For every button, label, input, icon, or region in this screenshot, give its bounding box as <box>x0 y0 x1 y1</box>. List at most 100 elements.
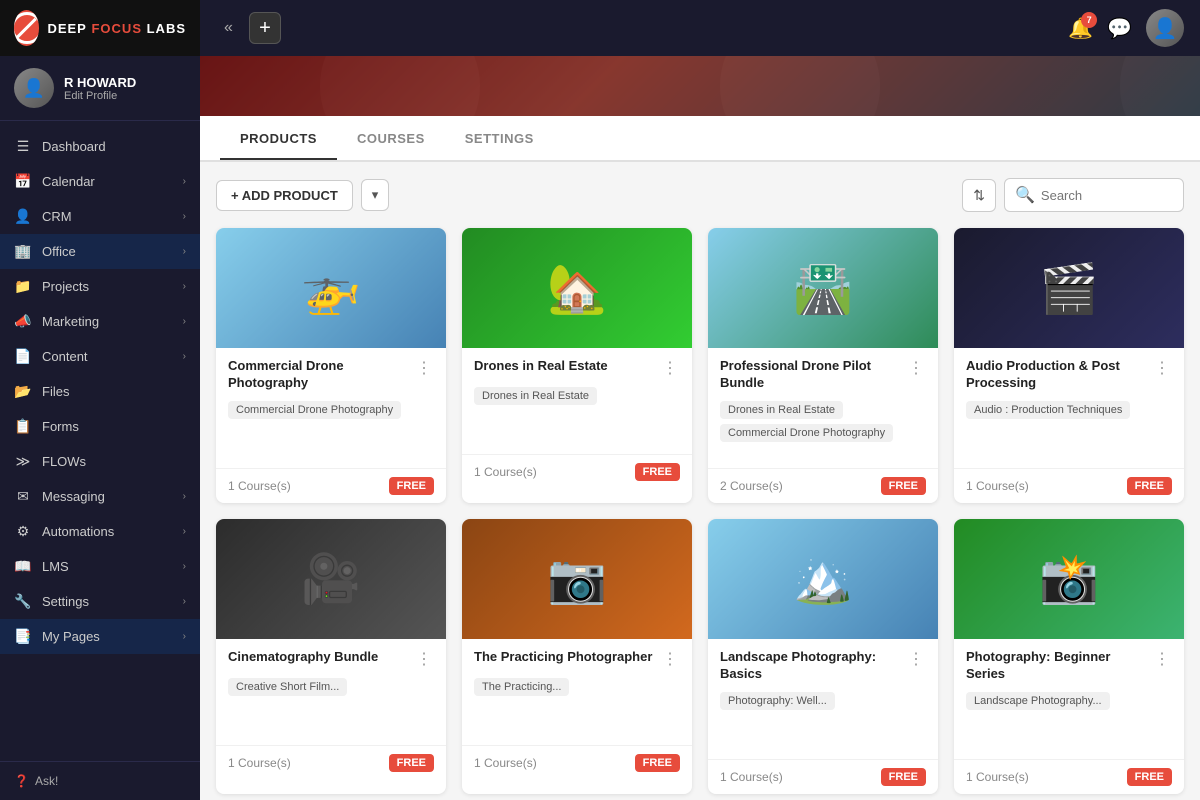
message-icon: 💬 <box>1107 18 1132 40</box>
sidebar-item-office[interactable]: 🏢 Office › <box>0 234 200 269</box>
free-badge: FREE <box>389 477 434 495</box>
product-menu-button[interactable]: ⋮ <box>906 358 926 378</box>
nav-item-left: 📂 Files <box>14 383 69 400</box>
sidebar-item-calendar[interactable]: 📅 Calendar › <box>0 164 200 199</box>
profile-avatar[interactable]: 👤 <box>1146 9 1184 47</box>
product-title: The Practicing Photographer <box>474 649 660 666</box>
notifications-button[interactable]: 🔔 7 <box>1068 16 1093 41</box>
search-icon: 🔍 <box>1015 185 1035 205</box>
avatar: 👤 <box>14 68 54 108</box>
nav-item-left: 📋 Forms <box>14 418 79 435</box>
chevron-icon: › <box>183 631 186 642</box>
nav-label-flows: FLOWs <box>42 454 86 469</box>
topbar-right: 🔔 7 💬 👤 <box>1068 9 1184 47</box>
nav-label-mypages: My Pages <box>42 629 100 644</box>
sidebar-item-crm[interactable]: 👤 CRM › <box>0 199 200 234</box>
ask-button[interactable]: ❓ Ask! <box>14 774 186 788</box>
product-footer: 1 Course(s) FREE <box>462 745 692 780</box>
product-tags: Photography: Well... <box>720 691 926 741</box>
sidebar-item-files[interactable]: 📂 Files <box>0 374 200 409</box>
product-image-professional-drone: 🛣️ <box>708 228 938 348</box>
product-menu-button[interactable]: ⋮ <box>1152 649 1172 669</box>
crm-icon: 👤 <box>14 208 32 225</box>
product-menu-button[interactable]: ⋮ <box>414 358 434 378</box>
collapse-sidebar-button[interactable]: « <box>216 15 241 41</box>
product-menu-button[interactable]: ⋮ <box>660 649 680 669</box>
tab-settings[interactable]: SETTINGS <box>445 119 554 160</box>
filter-button[interactable]: ⇅ <box>962 179 996 212</box>
nav-item-left: ⚙ Automations <box>14 523 114 540</box>
product-tags: Creative Short Film... <box>228 677 434 727</box>
chevron-icon: › <box>183 596 186 607</box>
course-count: 1 Course(s) <box>228 479 291 493</box>
dropdown-button[interactable]: ▾ <box>361 179 390 211</box>
product-title: Audio Production & Post Processing <box>966 358 1152 392</box>
sidebar-header: DEEP FOCUS LABS <box>0 0 200 56</box>
edit-profile-link[interactable]: Edit Profile <box>64 90 136 102</box>
automations-icon: ⚙ <box>14 523 32 540</box>
nav-item-left: ≫ FLOWs <box>14 453 86 470</box>
product-menu-button[interactable]: ⋮ <box>660 358 680 378</box>
nav-items: ☰ Dashboard 📅 Calendar › 👤 CRM › 🏢 Offic… <box>0 121 200 761</box>
sidebar-item-flows[interactable]: ≫ FLOWs <box>0 444 200 479</box>
product-menu-button[interactable]: ⋮ <box>1152 358 1172 378</box>
sidebar-item-projects[interactable]: 📁 Projects › <box>0 269 200 304</box>
add-button[interactable]: + <box>249 12 281 44</box>
chevron-icon: › <box>183 176 186 187</box>
free-badge: FREE <box>635 463 680 481</box>
nav-label-settings: Settings <box>42 594 89 609</box>
product-footer: 1 Course(s) FREE <box>954 759 1184 794</box>
sidebar-item-dashboard[interactable]: ☰ Dashboard <box>0 129 200 164</box>
toolbar-row: + ADD PRODUCT ▾ ⇅ 🔍 <box>216 178 1184 212</box>
forms-icon: 📋 <box>14 418 32 435</box>
product-menu-button[interactable]: ⋮ <box>906 649 926 669</box>
product-body: Photography: Beginner Series ⋮ Landscape… <box>954 639 1184 751</box>
search-input[interactable] <box>1041 188 1173 203</box>
main-content: « + 🔔 7 💬 👤 PRODUCTSCOURSESSETTINGS <box>200 0 1200 800</box>
free-badge: FREE <box>1127 477 1172 495</box>
messages-button[interactable]: 💬 <box>1107 16 1132 41</box>
product-title: Professional Drone Pilot Bundle <box>720 358 906 392</box>
product-header: Audio Production & Post Processing ⋮ <box>966 358 1172 392</box>
product-footer: 2 Course(s) FREE <box>708 468 938 503</box>
product-footer: 1 Course(s) FREE <box>462 454 692 489</box>
product-tags: The Practicing... <box>474 677 680 727</box>
chevron-icon: › <box>183 211 186 222</box>
sidebar-item-settings[interactable]: 🔧 Settings › <box>0 584 200 619</box>
product-image-landscape-basics: 🏔️ <box>708 519 938 639</box>
product-body: Cinematography Bundle ⋮ Creative Short F… <box>216 639 446 737</box>
nav-label-lms: LMS <box>42 559 69 574</box>
sidebar-item-lms[interactable]: 📖 LMS › <box>0 549 200 584</box>
course-count: 2 Course(s) <box>720 479 783 493</box>
sidebar-item-messaging[interactable]: ✉ Messaging › <box>0 479 200 514</box>
product-header: Cinematography Bundle ⋮ <box>228 649 434 669</box>
sidebar-item-forms[interactable]: 📋 Forms <box>0 409 200 444</box>
tab-products[interactable]: PRODUCTS <box>220 119 337 160</box>
product-tags: Drones in Real EstateCommercial Drone Ph… <box>720 400 926 450</box>
nav-label-projects: Projects <box>42 279 89 294</box>
course-count: 1 Course(s) <box>966 479 1029 493</box>
add-product-button[interactable]: + ADD PRODUCT <box>216 180 353 211</box>
sidebar-item-mypages[interactable]: 📑 My Pages › <box>0 619 200 654</box>
product-card-cinematography: 🎥 Cinematography Bundle ⋮ Creative Short… <box>216 519 446 794</box>
product-menu-button[interactable]: ⋮ <box>414 649 434 669</box>
nav-item-left: 🔧 Settings <box>14 593 89 610</box>
sidebar-item-automations[interactable]: ⚙ Automations › <box>0 514 200 549</box>
toolbar-left: + ADD PRODUCT ▾ <box>216 179 389 211</box>
nav-item-left: 📅 Calendar <box>14 173 95 190</box>
tab-courses[interactable]: COURSES <box>337 119 445 160</box>
sidebar-item-content[interactable]: 📄 Content › <box>0 339 200 374</box>
product-body: Drones in Real Estate ⋮ Drones in Real E… <box>462 348 692 446</box>
messaging-icon: ✉ <box>14 488 32 505</box>
nav-label-marketing: Marketing <box>42 314 99 329</box>
topbar-left: « + <box>216 12 281 44</box>
product-image-photography-beginner: 📸 <box>954 519 1184 639</box>
product-card-landscape-basics: 🏔️ Landscape Photography: Basics ⋮ Photo… <box>708 519 938 794</box>
tag-pill: Drones in Real Estate <box>720 401 843 419</box>
product-card-commercial-drone: 🚁 Commercial Drone Photography ⋮ Commerc… <box>216 228 446 503</box>
sidebar-item-marketing[interactable]: 📣 Marketing › <box>0 304 200 339</box>
product-body: The Practicing Photographer ⋮ The Practi… <box>462 639 692 737</box>
tag-pill: Photography: Well... <box>720 692 835 710</box>
product-title: Photography: Beginner Series <box>966 649 1152 683</box>
product-body: Audio Production & Post Processing ⋮ Aud… <box>954 348 1184 460</box>
